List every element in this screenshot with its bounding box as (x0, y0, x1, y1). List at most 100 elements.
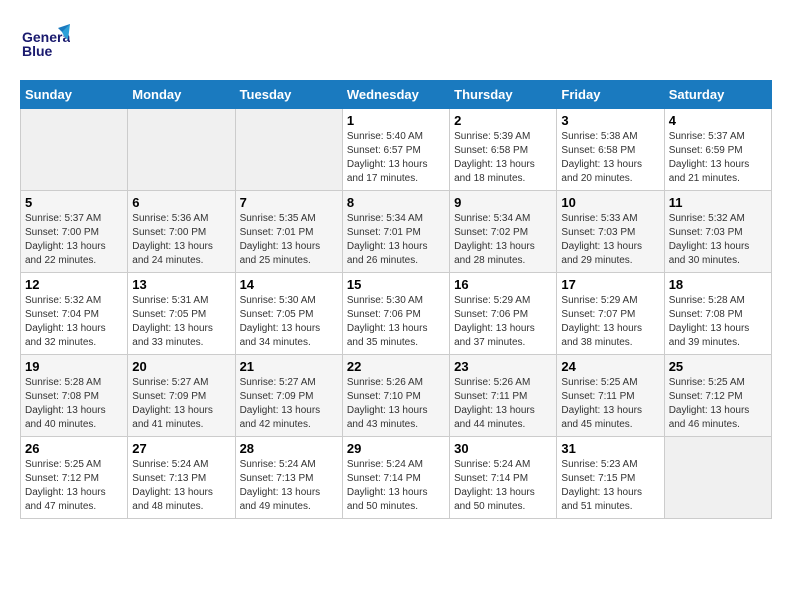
column-header-sunday: Sunday (21, 81, 128, 109)
calendar-week-row: 12 Sunrise: 5:32 AM Sunset: 7:04 PM Dayli… (21, 273, 772, 355)
calendar-week-row: 26Sunrise: 5:25 AM Sunset: 7:12 PM Dayli… (21, 437, 772, 519)
day-info: Sunrise: 5:24 AM Sunset: 7:14 PM Dayligh… (347, 458, 445, 514)
calendar-cell: 15 Sunrise: 5:30 AM Sunset: 7:06 PM Dayli… (342, 273, 449, 355)
calendar-cell: 24 Sunrise: 5:25 AM Sunset: 7:11 PM Dayli… (557, 355, 664, 437)
calendar-cell: 28 Sunrise: 5:24 AM Sunset: 7:13 PM Dayli… (235, 437, 342, 519)
calendar-cell: 25 Sunrise: 5:25 AM Sunset: 7:12 PM Dayli… (664, 355, 771, 437)
calendar-cell (21, 109, 128, 191)
column-header-wednesday: Wednesday (342, 81, 449, 109)
day-number: 1 (347, 113, 445, 128)
day-info: Sunrise: 5:33 AM Sunset: 7:03 PM Dayligh… (561, 212, 659, 268)
page-header: General Blue (20, 20, 772, 70)
day-info: Sunrise: 5:30 AM Sunset: 7:05 PM Dayligh… (240, 294, 338, 350)
day-number: 7 (240, 195, 338, 210)
calendar-cell: 12 Sunrise: 5:32 AM Sunset: 7:04 PM Dayli… (21, 273, 128, 355)
day-info: Sunrise: 5:26 AM Sunset: 7:10 PM Dayligh… (347, 376, 445, 432)
day-info: Sunrise: 5:40 AM Sunset: 6:57 PM Dayligh… (347, 130, 445, 186)
day-info: Sunrise: 5:36 AM Sunset: 7:00 PM Dayligh… (132, 212, 230, 268)
day-info: Sunrise: 5:24 AM Sunset: 7:13 PM Dayligh… (240, 458, 338, 514)
day-number: 31 (561, 441, 659, 456)
day-info: Sunrise: 5:23 AM Sunset: 7:15 PM Dayligh… (561, 458, 659, 514)
day-number: 9 (454, 195, 552, 210)
day-number: 10 (561, 195, 659, 210)
calendar-cell: 27 Sunrise: 5:24 AM Sunset: 7:13 PM Dayli… (128, 437, 235, 519)
calendar-week-row: 5Sunrise: 5:37 AM Sunset: 7:00 PM Daylig… (21, 191, 772, 273)
calendar-cell (128, 109, 235, 191)
calendar-cell (235, 109, 342, 191)
calendar-cell: 10 Sunrise: 5:33 AM Sunset: 7:03 PM Dayli… (557, 191, 664, 273)
column-header-friday: Friday (557, 81, 664, 109)
calendar-cell: 1 Sunrise: 5:40 AM Sunset: 6:57 PM Daylig… (342, 109, 449, 191)
day-number: 15 (347, 277, 445, 292)
column-header-saturday: Saturday (664, 81, 771, 109)
calendar-cell: 13 Sunrise: 5:31 AM Sunset: 7:05 PM Dayli… (128, 273, 235, 355)
day-info: Sunrise: 5:32 AM Sunset: 7:04 PM Dayligh… (25, 294, 123, 350)
day-number: 12 (25, 277, 123, 292)
calendar-cell: 9Sunrise: 5:34 AM Sunset: 7:02 PM Daylig… (450, 191, 557, 273)
day-info: Sunrise: 5:25 AM Sunset: 7:12 PM Dayligh… (669, 376, 767, 432)
calendar-cell: 2 Sunrise: 5:39 AM Sunset: 6:58 PM Daylig… (450, 109, 557, 191)
day-number: 25 (669, 359, 767, 374)
calendar-cell: 4 Sunrise: 5:37 AM Sunset: 6:59 PM Daylig… (664, 109, 771, 191)
day-number: 4 (669, 113, 767, 128)
calendar-week-row: 1 Sunrise: 5:40 AM Sunset: 6:57 PM Daylig… (21, 109, 772, 191)
day-number: 13 (132, 277, 230, 292)
day-info: Sunrise: 5:24 AM Sunset: 7:13 PM Dayligh… (132, 458, 230, 514)
day-info: Sunrise: 5:32 AM Sunset: 7:03 PM Dayligh… (669, 212, 767, 268)
day-number: 2 (454, 113, 552, 128)
calendar-week-row: 19 Sunrise: 5:28 AM Sunset: 7:08 PM Dayli… (21, 355, 772, 437)
day-number: 29 (347, 441, 445, 456)
logo: General Blue (20, 20, 70, 70)
calendar-cell: 18 Sunrise: 5:28 AM Sunset: 7:08 PM Dayli… (664, 273, 771, 355)
day-number: 18 (669, 277, 767, 292)
day-info: Sunrise: 5:24 AM Sunset: 7:14 PM Dayligh… (454, 458, 552, 514)
calendar-cell: 5Sunrise: 5:37 AM Sunset: 7:00 PM Daylig… (21, 191, 128, 273)
day-number: 17 (561, 277, 659, 292)
calendar-cell: 19 Sunrise: 5:28 AM Sunset: 7:08 PM Dayli… (21, 355, 128, 437)
calendar-cell: 30 Sunrise: 5:24 AM Sunset: 7:14 PM Dayli… (450, 437, 557, 519)
day-number: 21 (240, 359, 338, 374)
day-info: Sunrise: 5:38 AM Sunset: 6:58 PM Dayligh… (561, 130, 659, 186)
day-number: 28 (240, 441, 338, 456)
calendar-cell: 29 Sunrise: 5:24 AM Sunset: 7:14 PM Dayli… (342, 437, 449, 519)
day-info: Sunrise: 5:29 AM Sunset: 7:06 PM Dayligh… (454, 294, 552, 350)
day-info: Sunrise: 5:28 AM Sunset: 7:08 PM Dayligh… (25, 376, 123, 432)
day-info: Sunrise: 5:27 AM Sunset: 7:09 PM Dayligh… (240, 376, 338, 432)
day-info: Sunrise: 5:28 AM Sunset: 7:08 PM Dayligh… (669, 294, 767, 350)
day-number: 24 (561, 359, 659, 374)
day-info: Sunrise: 5:25 AM Sunset: 7:11 PM Dayligh… (561, 376, 659, 432)
column-header-monday: Monday (128, 81, 235, 109)
calendar-cell: 7 Sunrise: 5:35 AM Sunset: 7:01 PM Daylig… (235, 191, 342, 273)
logo-icon: General Blue (20, 20, 70, 70)
day-number: 30 (454, 441, 552, 456)
calendar-cell: 17 Sunrise: 5:29 AM Sunset: 7:07 PM Dayli… (557, 273, 664, 355)
column-header-thursday: Thursday (450, 81, 557, 109)
calendar-cell (664, 437, 771, 519)
calendar-cell: 31 Sunrise: 5:23 AM Sunset: 7:15 PM Dayli… (557, 437, 664, 519)
calendar-cell: 26Sunrise: 5:25 AM Sunset: 7:12 PM Dayli… (21, 437, 128, 519)
day-info: Sunrise: 5:37 AM Sunset: 7:00 PM Dayligh… (25, 212, 123, 268)
day-number: 27 (132, 441, 230, 456)
day-info: Sunrise: 5:37 AM Sunset: 6:59 PM Dayligh… (669, 130, 767, 186)
calendar-cell: 6 Sunrise: 5:36 AM Sunset: 7:00 PM Daylig… (128, 191, 235, 273)
calendar-cell: 20Sunrise: 5:27 AM Sunset: 7:09 PM Dayli… (128, 355, 235, 437)
day-info: Sunrise: 5:25 AM Sunset: 7:12 PM Dayligh… (25, 458, 123, 514)
day-info: Sunrise: 5:31 AM Sunset: 7:05 PM Dayligh… (132, 294, 230, 350)
calendar-cell: 21 Sunrise: 5:27 AM Sunset: 7:09 PM Dayli… (235, 355, 342, 437)
calendar-table: SundayMondayTuesdayWednesdayThursdayFrid… (20, 80, 772, 519)
day-info: Sunrise: 5:29 AM Sunset: 7:07 PM Dayligh… (561, 294, 659, 350)
day-number: 3 (561, 113, 659, 128)
day-info: Sunrise: 5:34 AM Sunset: 7:01 PM Dayligh… (347, 212, 445, 268)
day-number: 16 (454, 277, 552, 292)
calendar-cell: 23Sunrise: 5:26 AM Sunset: 7:11 PM Dayli… (450, 355, 557, 437)
svg-text:Blue: Blue (22, 43, 53, 59)
day-info: Sunrise: 5:35 AM Sunset: 7:01 PM Dayligh… (240, 212, 338, 268)
day-number: 22 (347, 359, 445, 374)
day-number: 19 (25, 359, 123, 374)
day-number: 6 (132, 195, 230, 210)
column-header-tuesday: Tuesday (235, 81, 342, 109)
day-info: Sunrise: 5:39 AM Sunset: 6:58 PM Dayligh… (454, 130, 552, 186)
calendar-cell: 11Sunrise: 5:32 AM Sunset: 7:03 PM Dayli… (664, 191, 771, 273)
day-info: Sunrise: 5:30 AM Sunset: 7:06 PM Dayligh… (347, 294, 445, 350)
calendar-cell: 8Sunrise: 5:34 AM Sunset: 7:01 PM Daylig… (342, 191, 449, 273)
